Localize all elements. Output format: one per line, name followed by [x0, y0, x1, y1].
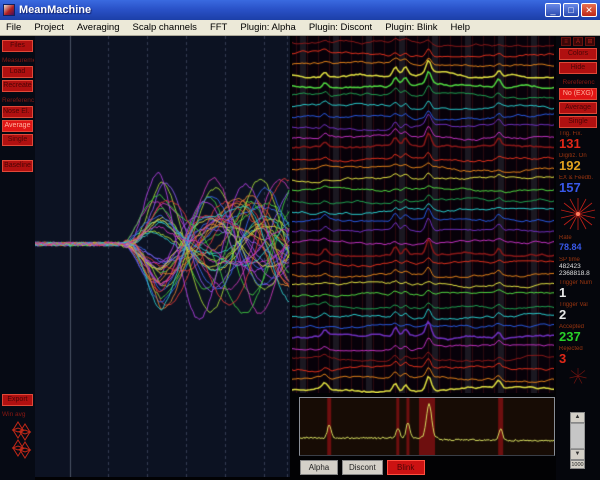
app-icon — [3, 4, 15, 16]
stat-rate: Rate 78.84 — [559, 235, 582, 252]
menu-bar: File Project Averaging Scalp channels FF… — [0, 20, 600, 36]
r-ref-noexg-button[interactable]: No (EXG) — [559, 88, 597, 100]
stat-trigger-num: Trigger Num 1 — [559, 280, 593, 300]
menu-project[interactable]: Project — [34, 22, 64, 33]
menu-fft[interactable]: FFT — [210, 22, 227, 33]
menu-plugin-blink[interactable]: Plugin: Blink — [385, 22, 437, 33]
recreate-button[interactable]: Recreate — [2, 80, 33, 92]
ref-average-button[interactable]: Average — [2, 120, 33, 132]
stat-sp-time: SP time 482423 2368818.8 — [559, 257, 590, 277]
files-button[interactable]: Files — [2, 40, 33, 52]
plugin-tabs: Alpha Discont Blink — [300, 460, 425, 475]
ref-single-button[interactable]: Single — [2, 134, 33, 146]
a-icon[interactable]: A — [573, 37, 583, 46]
colors-button[interactable]: Colors — [559, 48, 597, 60]
stat-rejected: Rejected 3 — [559, 346, 583, 366]
stat-trigger-val: Trigger Val 2 — [559, 302, 588, 322]
left-sidebar: Files Measurement Load Recreate Rerefere… — [0, 36, 35, 480]
measurement-label: Measurement — [2, 57, 34, 64]
baseline-button[interactable]: Baseline — [2, 160, 33, 172]
stat-digitiz-on: Digitiz. On 192 — [559, 153, 587, 173]
maximize-button[interactable]: □ — [563, 3, 579, 17]
erp-butterfly-panel[interactable] — [35, 36, 290, 477]
r-ref-single-button[interactable]: Single — [559, 116, 597, 128]
small-starburst-icon — [569, 368, 587, 384]
menu-scalp-channels[interactable]: Scalp channels — [133, 22, 197, 33]
menu-icon[interactable]: ≡ — [561, 37, 571, 46]
ref-nose-button[interactable]: Nose El. M1 — [2, 106, 33, 118]
export-button[interactable]: Export — [2, 394, 33, 406]
slider-value: 1000 — [570, 460, 585, 469]
blink-detector-strip[interactable] — [299, 397, 555, 456]
stat-trig-fix: Trig. Fix. 131 — [559, 131, 583, 151]
slider-up-button[interactable]: ▲ — [570, 412, 585, 423]
menu-help[interactable]: Help — [450, 22, 470, 33]
blink-detector-canvas[interactable] — [300, 398, 554, 455]
eeg-traces-panel[interactable] — [292, 36, 554, 393]
window-title: MeanMachine — [19, 4, 92, 16]
win-avg-label: Win avg — [2, 411, 26, 418]
minimize-button[interactable]: _ — [545, 3, 561, 17]
tab-discont[interactable]: Discont — [342, 460, 383, 475]
r-ref-average-button[interactable]: Average — [559, 102, 597, 114]
tab-alpha[interactable]: Alpha — [300, 460, 338, 475]
grid-icon[interactable]: ⊞ — [585, 37, 595, 46]
starburst-icon — [560, 198, 596, 230]
main-area: Files Measurement Load Recreate Rerefere… — [0, 36, 600, 480]
slider-track[interactable] — [570, 423, 585, 449]
win-spinner-right[interactable] — [17, 423, 33, 464]
stat-ex-feedb: EX & Feedb. 157 — [559, 175, 594, 195]
stat-accepted: Accepted 237 — [559, 324, 585, 344]
gain-slider: ▲ ▼ 1000 — [570, 412, 585, 469]
erp-butterfly-canvas[interactable] — [35, 36, 290, 477]
menu-file[interactable]: File — [6, 22, 21, 33]
close-button[interactable]: ✕ — [581, 3, 597, 17]
rereference-label: Rereference — [2, 97, 34, 104]
menu-plugin-discont[interactable]: Plugin: Discont — [309, 22, 372, 33]
r-rereference-label: Rereference — [562, 79, 595, 86]
load-button[interactable]: Load — [2, 66, 33, 78]
menu-averaging[interactable]: Averaging — [77, 22, 120, 33]
eeg-traces-canvas[interactable] — [292, 36, 554, 393]
slider-down-button[interactable]: ▼ — [570, 449, 585, 460]
tab-blink[interactable]: Blink — [386, 460, 425, 475]
menu-plugin-alpha[interactable]: Plugin: Alpha — [240, 22, 295, 33]
title-bar: MeanMachine _ □ ✕ — [0, 0, 600, 20]
hide-button[interactable]: Hide — [559, 62, 597, 74]
